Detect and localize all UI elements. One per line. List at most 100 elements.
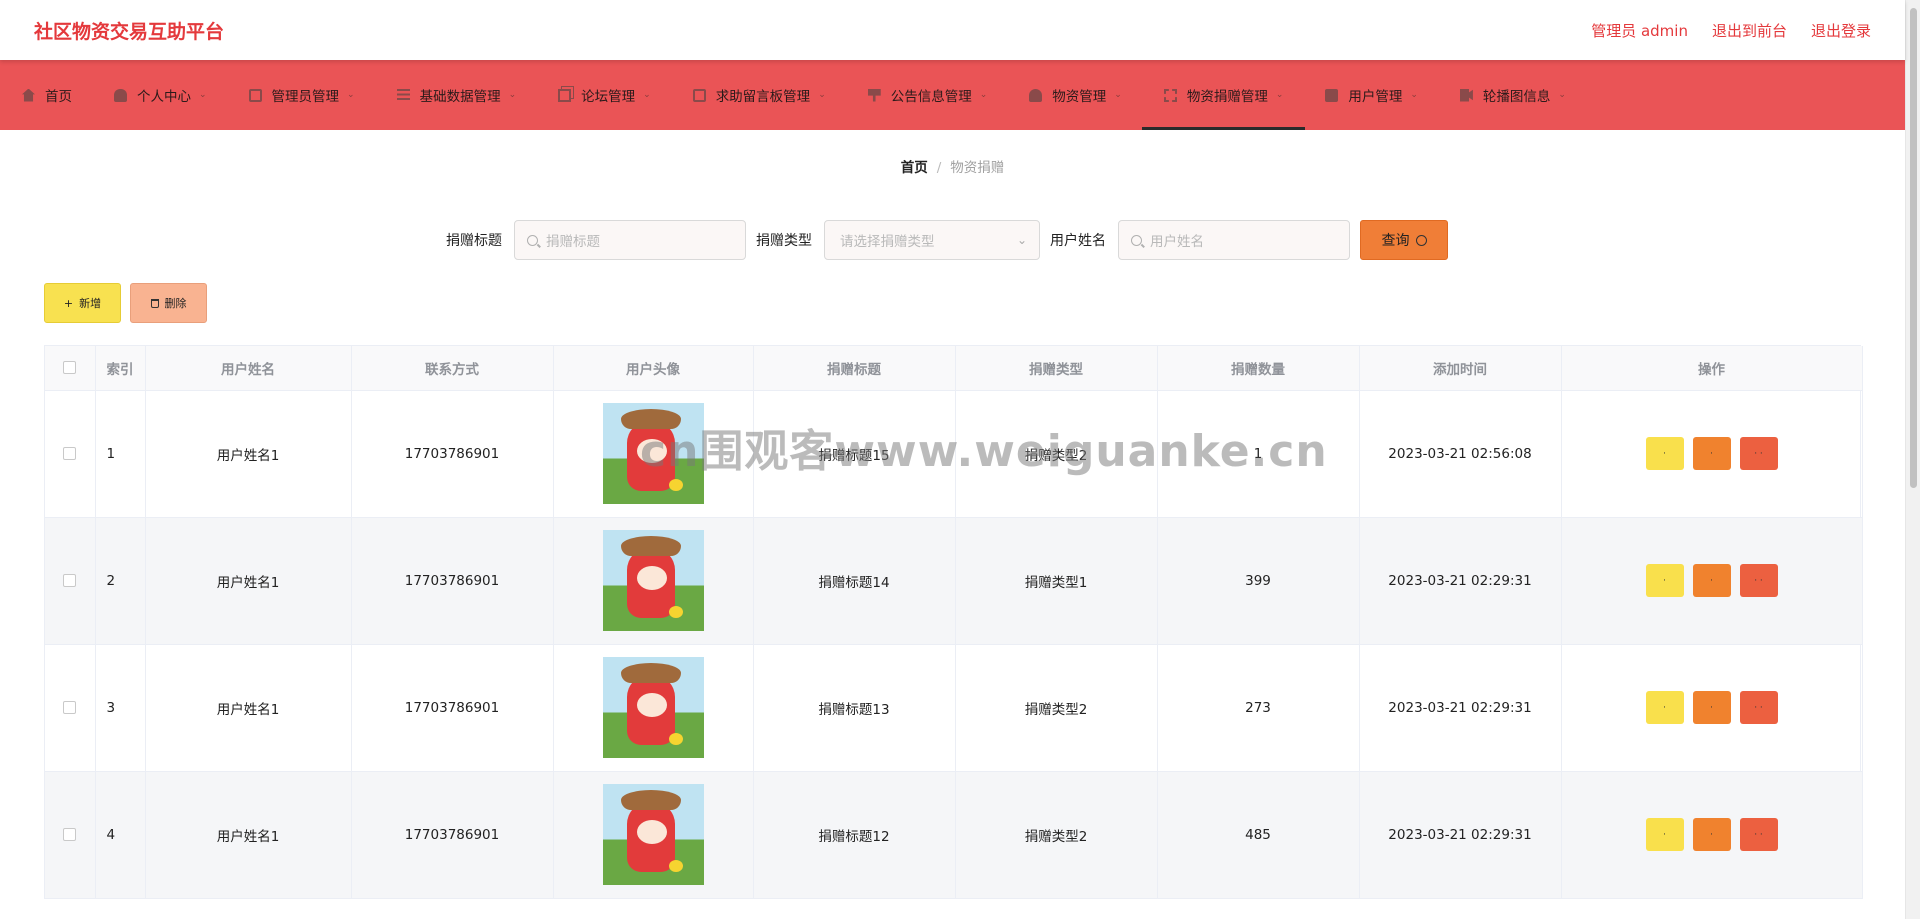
chevron-down-icon: ⌄ <box>1410 90 1418 100</box>
cell-avatar <box>553 390 754 518</box>
type-placeholder: 请选择捐赠类型 <box>840 234 935 250</box>
cell-index: 4 <box>95 771 146 899</box>
cell-type: 捐赠类型2 <box>955 390 1158 518</box>
cell-actions: · · · · <box>1561 390 1863 518</box>
admin-label[interactable]: 管理员 admin <box>1591 20 1688 41</box>
screen-icon <box>1325 88 1339 102</box>
view-button[interactable]: · <box>1645 691 1684 724</box>
cell-avatar <box>553 644 754 772</box>
delete-button[interactable]: · · <box>1739 437 1778 470</box>
chevron-down-icon: ⌄ <box>1114 90 1122 100</box>
nav-item-users[interactable]: 用户管理 ⌄ <box>1325 60 1438 130</box>
delete-button[interactable]: · · <box>1739 818 1778 851</box>
header-index: 索引 <box>95 346 146 391</box>
row-checkbox[interactable] <box>63 574 77 587</box>
query-button[interactable]: 查询 <box>1360 220 1448 260</box>
row-checkbox[interactable] <box>63 828 77 841</box>
row-select-cell <box>45 517 96 645</box>
cell-type: 捐赠类型2 <box>955 771 1158 899</box>
table-row: 3 用户姓名1 17703786901 捐赠标题13 捐赠类型2 273 202… <box>45 644 1863 772</box>
signpost-icon <box>867 88 881 102</box>
cell-avatar <box>553 517 754 645</box>
cell-phone: 17703786901 <box>351 644 554 772</box>
delete-label: 删除 <box>164 297 187 310</box>
add-label: 新增 <box>79 297 102 310</box>
nav-label: 首页 <box>45 89 72 105</box>
row-checkbox[interactable] <box>63 447 77 460</box>
edit-button[interactable]: · <box>1692 437 1731 470</box>
back-to-front-link[interactable]: 退出到前台 <box>1712 20 1787 41</box>
cell-type: 捐赠类型1 <box>955 517 1158 645</box>
expand-icon <box>1163 88 1177 102</box>
nav-item-admin-management[interactable]: 管理员管理 ⌄ <box>248 60 375 130</box>
delete-button[interactable]: · · <box>1739 691 1778 724</box>
user-search-input[interactable]: 用户姓名 <box>1118 220 1350 260</box>
header-title: 捐赠标题 <box>753 346 956 391</box>
donation-table: 索引 用户姓名 联系方式 用户头像 捐赠标题 捐赠类型 捐赠数量 添加时间 操作… <box>44 345 1863 899</box>
cell-quantity: 273 <box>1157 644 1360 772</box>
nav-item-supplies[interactable]: 物资管理 ⌄ <box>1029 60 1142 130</box>
cell-avatar <box>553 771 754 899</box>
nav-item-personal-center[interactable]: 个人中心 ⌄ <box>114 60 227 130</box>
header-type: 捐赠类型 <box>955 346 1158 391</box>
nav-item-help-board[interactable]: 求助留言板管理 ⌄ <box>692 60 846 130</box>
copy-icon <box>558 88 572 102</box>
batch-delete-button[interactable]: 删除 <box>130 283 207 323</box>
chevron-down-icon: ⌄ <box>1275 90 1284 100</box>
edit-button[interactable]: · <box>1692 818 1731 851</box>
nav-label: 物资管理 <box>1052 89 1107 105</box>
header-quantity: 捐赠数量 <box>1157 346 1360 391</box>
query-label: 查询 <box>1381 233 1410 249</box>
chevron-down-icon: ⌄ <box>643 90 651 100</box>
cell-title: 捐赠标题13 <box>753 644 956 772</box>
nav-label: 基础数据管理 <box>419 89 501 105</box>
add-button[interactable]: + 新增 <box>44 283 121 323</box>
header-phone: 联系方式 <box>351 346 554 391</box>
clipboard-icon <box>248 88 262 102</box>
edit-button[interactable]: · <box>1692 691 1731 724</box>
breadcrumb-separator: / <box>936 160 942 176</box>
nav-item-forum[interactable]: 论坛管理 ⌄ <box>558 60 671 130</box>
logout-link[interactable]: 退出登录 <box>1811 20 1871 41</box>
delete-button[interactable]: · · <box>1739 564 1778 597</box>
cell-title: 捐赠标题14 <box>753 517 956 645</box>
app-title: 社区物资交易互助平台 <box>34 20 225 43</box>
title-placeholder: 捐赠标题 <box>546 234 600 250</box>
header-user-name: 用户姓名 <box>145 346 352 391</box>
nav-label: 用户管理 <box>1348 89 1403 105</box>
cell-index: 3 <box>95 644 146 772</box>
nav-item-carousel[interactable]: 轮播图信息 ⌄ <box>1459 60 1586 130</box>
row-checkbox[interactable] <box>63 701 77 714</box>
row-select-cell <box>45 644 96 772</box>
breadcrumb-current: 物资捐赠 <box>950 160 1005 176</box>
header-links: 管理员 admin 退出到前台 退出登录 <box>1591 20 1871 41</box>
cell-title: 捐赠标题12 <box>753 771 956 899</box>
edit-button[interactable]: · <box>1692 564 1731 597</box>
cell-index: 2 <box>95 517 146 645</box>
avatar <box>602 530 704 631</box>
scrollbar-thumb[interactable] <box>1910 8 1917 488</box>
select-all-header[interactable] <box>45 346 96 391</box>
breadcrumb-home[interactable]: 首页 <box>901 160 928 176</box>
view-button[interactable]: · <box>1645 437 1684 470</box>
nav-item-announcements[interactable]: 公告信息管理 ⌄ <box>867 60 1008 130</box>
user-placeholder: 用户姓名 <box>1150 234 1204 250</box>
vertical-scrollbar[interactable] <box>1905 0 1920 919</box>
nav-label: 论坛管理 <box>581 89 636 105</box>
nav-item-basic-data[interactable]: 基础数据管理 ⌄ <box>396 60 537 130</box>
cell-time: 2023-03-21 02:56:08 <box>1359 390 1562 518</box>
cell-time: 2023-03-21 02:29:31 <box>1359 644 1562 772</box>
search-icon <box>1131 234 1142 246</box>
nav-label: 物资捐赠管理 <box>1186 89 1268 105</box>
title-label: 捐赠标题 <box>446 233 502 249</box>
title-search-input[interactable]: 捐赠标题 <box>514 220 746 260</box>
view-button[interactable]: · <box>1645 564 1684 597</box>
nav-item-donations[interactable]: 物资捐赠管理 ⌄ <box>1141 60 1305 130</box>
select-all-checkbox[interactable] <box>63 361 77 375</box>
cell-time: 2023-03-21 02:29:31 <box>1359 517 1562 645</box>
type-select[interactable]: 请选择捐赠类型 ⌄ <box>824 220 1040 260</box>
header-actions: 操作 <box>1561 346 1863 391</box>
view-button[interactable]: · <box>1645 818 1684 851</box>
main-nav: 首页 个人中心 ⌄ 管理员管理 ⌄ 基础数据管理 ⌄ 论坛管理 ⌄ 求助留言板管… <box>0 60 1905 130</box>
nav-item-home[interactable]: 首页 <box>22 60 92 130</box>
